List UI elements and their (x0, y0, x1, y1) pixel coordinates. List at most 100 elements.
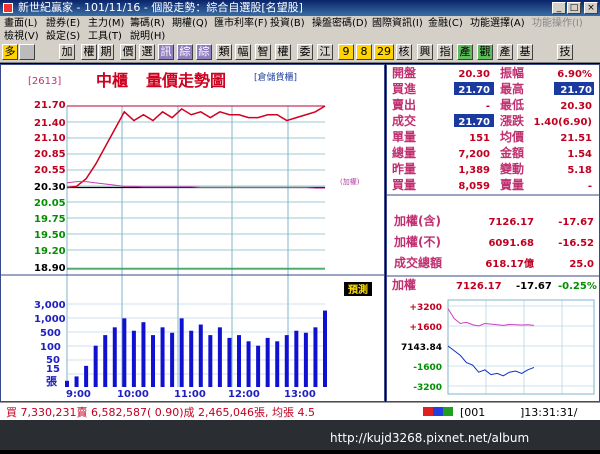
watermark-url: http://kujd3268.pixnet.net/album (330, 431, 529, 445)
menu-item-chips[interactable]: 籌碼(R) (130, 17, 165, 30)
index-value: 6091.68 (488, 238, 534, 249)
toolbar-button-7[interactable]: 訊 (158, 44, 174, 60)
menu-item-main-force[interactable]: 主力(M) (88, 17, 124, 30)
quote-value: 21.51 (560, 133, 592, 144)
volume-bar (122, 318, 127, 387)
price-label: 21.10 (34, 133, 66, 144)
time-label: 9:00 (66, 389, 91, 400)
volume-bar (151, 335, 155, 387)
toolbar-button-9[interactable]: 綜 (196, 44, 212, 60)
toolbar-button-11[interactable]: 幅 (235, 44, 251, 60)
price-label: 20.30 (34, 182, 66, 193)
menu-item-settings[interactable]: 設定(S) (46, 30, 80, 43)
toolbar-separator (19, 44, 35, 60)
mini-chart-change: -17.67 (516, 281, 552, 292)
toolbar: 多 加 權 期 價 選 訊 綜 綜 類 幅 智 權 委 江 9 8 29 核 興… (0, 43, 600, 63)
quote-label: 買進 (392, 81, 417, 96)
menu-item-tools[interactable]: 工具(T) (88, 30, 122, 43)
volume-bar (256, 345, 261, 387)
quote-panel: 開盤 20.30 振幅 6.90% 買進 21.70 最高 21.70 賣出 - 最低 20.30 成交… (386, 64, 600, 402)
toolbar-button-8[interactable]: 綜 (177, 44, 193, 60)
window-title: 新世紀贏家 - 101/11/16 - 個股走勢：綜合自選股[名望股] (18, 1, 303, 14)
menu-item-screen[interactable]: 畫面(L) (4, 17, 37, 30)
volume-bar (275, 341, 280, 387)
volume-bar (284, 335, 289, 387)
maximize-button[interactable]: □ (567, 2, 581, 14)
quote-label: 賣出 (391, 97, 416, 112)
toolbar-button-19[interactable]: 核 (396, 44, 412, 60)
volume-bar (198, 324, 203, 387)
menu-item-finance[interactable]: 金融(C) (428, 17, 463, 30)
toolbar-button-17[interactable]: 8 (356, 44, 372, 60)
quote-label: 最高 (500, 81, 524, 96)
volume-unit: 張 (46, 375, 58, 388)
taskbar-svg: http://kujd3268.pixnet.net/album (330, 431, 529, 445)
volume-bar (189, 330, 194, 387)
quote-value: 21.70 (458, 85, 490, 96)
toolbar-button-1[interactable]: 多 (2, 44, 18, 60)
quote-value: 1.54 (567, 149, 592, 160)
toolbar-button-24[interactable]: 產 (497, 44, 513, 60)
toolbar-button-13[interactable]: 權 (275, 44, 291, 60)
toolbar-button-26[interactable]: 技 (557, 44, 573, 60)
volume-bar (179, 318, 184, 387)
menu-item-function-operate[interactable]: 功能操作(I) (532, 17, 583, 30)
menu-item-function-select[interactable]: 功能選擇(A) (470, 17, 525, 30)
toolbar-button-16[interactable]: 9 (338, 44, 354, 60)
volume-bar (65, 380, 69, 387)
toolbar-button-2[interactable]: 加 (59, 44, 75, 60)
quote-value: 151 (469, 133, 490, 144)
toolbar-button-20[interactable]: 興 (417, 44, 433, 60)
toolbar-button-18[interactable]: 29 (374, 44, 394, 60)
status-time: ]13:31:31/ (520, 406, 578, 419)
toolbar-button-5[interactable]: 價 (120, 44, 136, 60)
toolbar-button-10[interactable]: 類 (216, 44, 232, 60)
status-code[interactable]: [001 (460, 406, 485, 419)
volume-bar (103, 335, 108, 387)
toolbar-button-25[interactable]: 基 (517, 44, 533, 60)
menu-item-options[interactable]: 期權(Q) (172, 17, 208, 30)
stock-code: [2613] (28, 76, 61, 87)
toolbar-button-15[interactable]: 江 (317, 44, 333, 60)
quote-value: 1,389 (458, 165, 490, 176)
price-volume-chart[interactable]: [2613] 中櫃 量價走勢圖 [倉儲貨櫃] 21.70 21.40 21.10… (0, 64, 385, 402)
toolbar-button-21[interactable]: 指 (437, 44, 453, 60)
quote-label: 金額 (499, 145, 524, 160)
mini-chart-label: 加權 (391, 277, 416, 292)
toolbar-button-22[interactable]: 產 (457, 44, 473, 60)
quote-value: - (486, 101, 490, 112)
toolbar-button-23[interactable]: 觀 (477, 44, 493, 60)
mini-axis-label: +1600 (409, 323, 442, 333)
menu-item-securities[interactable]: 證券(E) (46, 17, 80, 30)
chart-title-right: 量價走勢圖 (146, 71, 226, 90)
menu-item-trading-code[interactable]: 操盤密碼(D) (312, 17, 368, 30)
status-bar-svg: 買 7,330,231賣 6,582,587( 0.90)成 2,465,046… (6, 405, 578, 419)
menu-item-forex[interactable]: 匯市利率(F) (214, 17, 268, 30)
predict-button[interactable]: 預測 (348, 283, 368, 296)
menu-item-intl-info[interactable]: 國際資訊(I) (372, 17, 423, 30)
quote-value: 20.30 (560, 101, 592, 112)
toolbar-button-6[interactable]: 選 (139, 44, 155, 60)
volume-bar (237, 335, 241, 387)
menu-item-help[interactable]: 說明(H) (130, 30, 165, 43)
volume-bar (131, 330, 136, 387)
quote-label: 單量 (392, 130, 416, 144)
quote-label: 開盤 (392, 65, 417, 80)
price-label: 19.75 (34, 214, 66, 225)
menu-item-invest[interactable]: 投資(B) (270, 17, 305, 30)
volume-bar (313, 327, 318, 387)
menu-item-view[interactable]: 檢視(V) (4, 30, 39, 43)
close-button[interactable]: × (584, 2, 598, 14)
minimize-button[interactable]: _ (552, 2, 566, 14)
toolbar-button-4[interactable]: 期 (98, 44, 114, 60)
index-change: 25.0 (569, 259, 594, 270)
toolbar-button-3[interactable]: 權 (81, 44, 97, 60)
price-label: 19.20 (34, 246, 66, 257)
quote-value: 20.30 (458, 69, 490, 80)
price-label: 20.55 (34, 165, 66, 176)
toolbar-button-14[interactable]: 委 (297, 44, 313, 60)
toolbar-button-12[interactable]: 智 (255, 44, 271, 60)
chart-subtitle: [倉儲貨櫃] (254, 71, 297, 83)
time-label: 12:00 (228, 389, 260, 400)
time-label: 11:00 (174, 389, 206, 400)
